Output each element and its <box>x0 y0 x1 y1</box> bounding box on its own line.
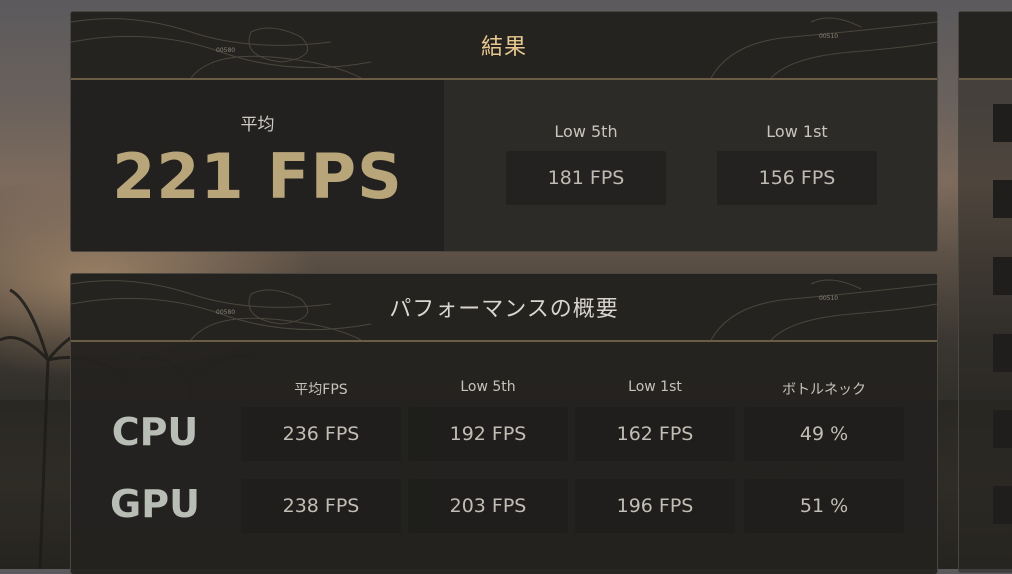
low-fps-block: Low 5th 181 FPS Low 1st 156 FPS <box>444 80 937 251</box>
row-label-gpu: GPU <box>110 482 200 526</box>
cpu-low5: 192 FPS <box>408 407 568 461</box>
overview-header: 00580 00510 パフォーマンスの概要 <box>71 274 937 342</box>
gpu-low1: 196 FPS <box>575 479 735 533</box>
column-header-bottleneck: ボトルネック <box>782 382 866 398</box>
low5-value: 181 FPS <box>506 151 666 205</box>
average-fps-value: 221 FPS <box>112 140 403 213</box>
column-header-low1: Low 1st <box>628 379 682 395</box>
gpu-low5: 203 FPS <box>408 479 568 533</box>
low1-value: 156 FPS <box>717 151 877 205</box>
gpu-avg-fps: 238 FPS <box>241 479 401 533</box>
side-slot <box>993 410 1012 448</box>
gpu-bottleneck: 51 % <box>744 479 904 533</box>
side-panel-header <box>959 12 1012 80</box>
low5-column: Low 5th 181 FPS <box>506 122 666 205</box>
side-slot <box>993 334 1012 372</box>
performance-overview-panel: 00580 00510 パフォーマンスの概要 平均FPS Low 5th Low… <box>70 273 938 574</box>
side-slot <box>993 104 1012 142</box>
side-panel <box>958 11 1012 573</box>
low5-label: Low 5th <box>554 122 618 141</box>
results-panel: 00580 00510 結果 平均 221 FPS Low 5th 181 FP… <box>70 11 938 252</box>
cpu-avg-fps: 236 FPS <box>241 407 401 461</box>
row-label-cpu: CPU <box>111 410 199 454</box>
results-title: 結果 <box>480 35 527 60</box>
map-mark-label: 00580 <box>216 47 235 54</box>
cpu-bottleneck: 49 % <box>744 407 904 461</box>
map-mark-label: 00510 <box>819 295 838 302</box>
results-header: 00580 00510 結果 <box>71 12 937 80</box>
low1-column: Low 1st 156 FPS <box>717 122 877 205</box>
side-slot <box>993 486 1012 524</box>
map-mark-label: 00510 <box>819 33 838 40</box>
column-header-avg-fps: 平均FPS <box>294 382 348 398</box>
average-label: 平均 <box>240 115 275 135</box>
average-fps-block: 平均 221 FPS <box>71 80 444 251</box>
cpu-low1: 162 FPS <box>575 407 735 461</box>
overview-title: パフォーマンスの概要 <box>389 297 619 322</box>
map-mark-label: 00580 <box>216 309 235 316</box>
low1-label: Low 1st <box>766 122 828 141</box>
side-slot <box>993 257 1012 295</box>
column-header-low5: Low 5th <box>460 379 516 395</box>
side-slot <box>993 180 1012 218</box>
